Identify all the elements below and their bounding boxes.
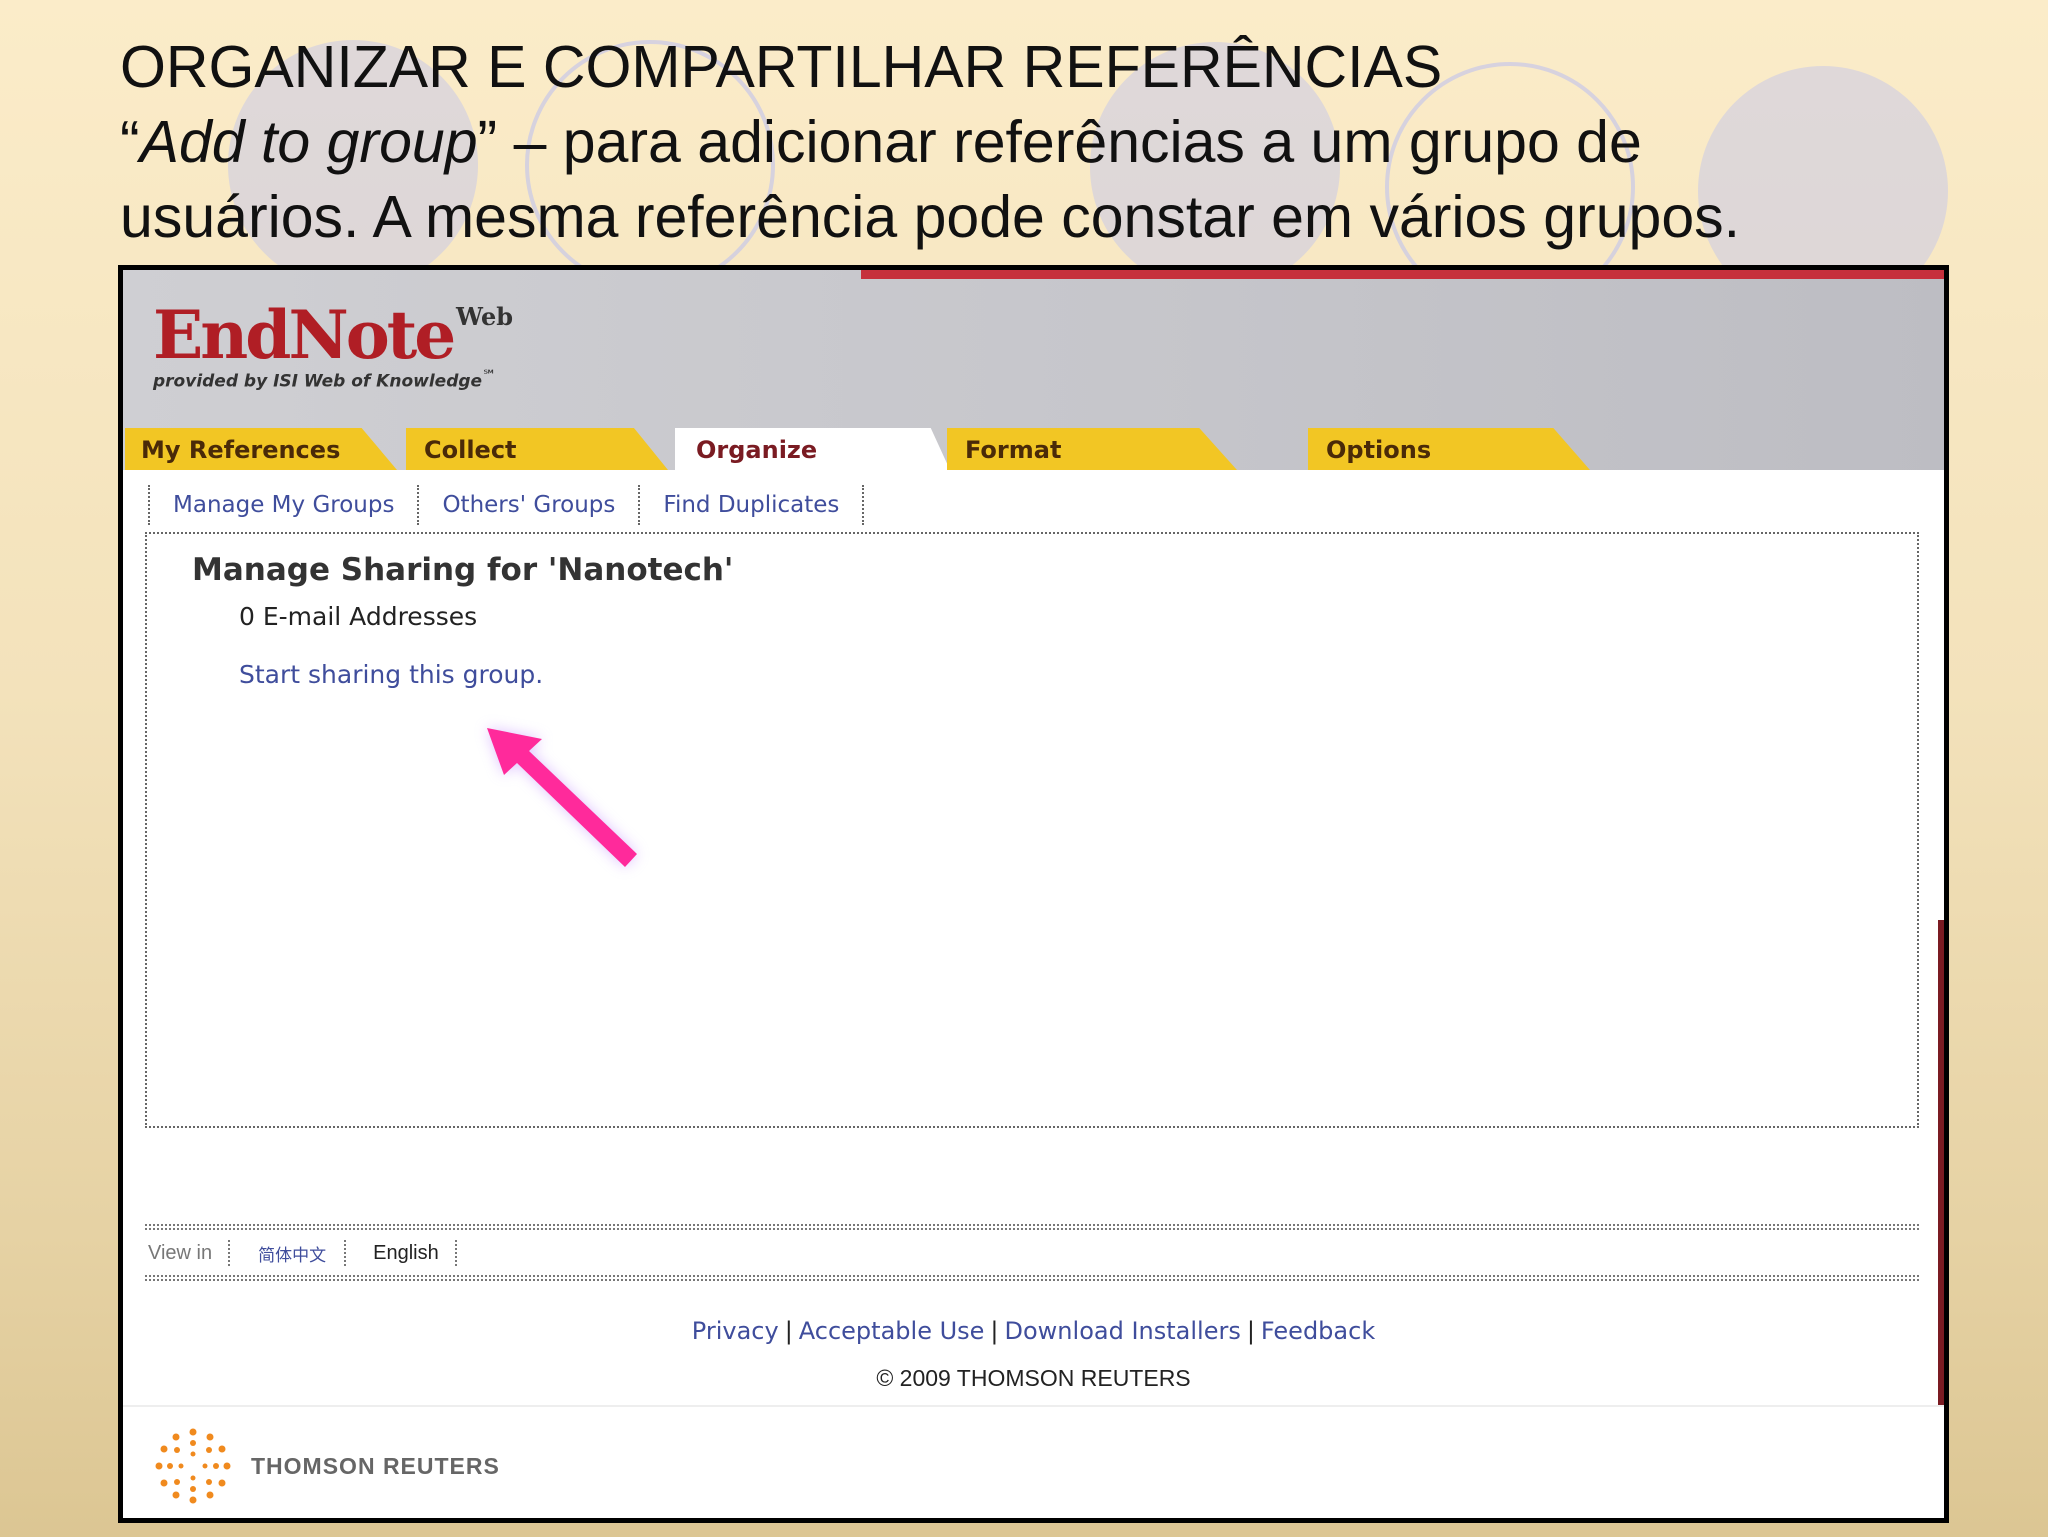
logo-web-text: Web — [456, 302, 514, 331]
copyright-text: © 2009 THOMSON REUTERS — [876, 1365, 1191, 1391]
subnav-manage-my-groups[interactable]: Manage My Groups — [150, 492, 417, 518]
subnav-divider — [862, 485, 865, 525]
manage-sharing-panel: Manage Sharing for 'Nanotech' 0 E-mail A… — [145, 532, 1919, 1128]
link-separator: | — [784, 1317, 793, 1345]
slide-title: ORGANIZAR E COMPARTILHAR REFERÊNCIAS “Ad… — [120, 30, 1980, 255]
endnote-web-logo[interactable]: EndNote Web provided by ISI Web of Knowl… — [153, 296, 513, 392]
language-chinese-link[interactable]: 简体中文 — [230, 1241, 344, 1266]
tab-collect[interactable]: Collect — [406, 428, 668, 470]
thomson-reuters-logo-icon — [155, 1428, 231, 1504]
logo-main-text: EndNote — [153, 296, 456, 374]
tab-options[interactable]: Options — [1308, 428, 1590, 470]
footer-divider — [145, 1224, 1919, 1230]
language-selector: View in 简体中文 English — [148, 1233, 457, 1273]
slide-title-line2: “Add to group” – para adicionar referênc… — [120, 105, 1980, 180]
organize-subnav: Manage My Groups Others' Groups Find Dup… — [148, 484, 865, 526]
slide-title-italic: Add to group — [139, 109, 478, 175]
link-separator: | — [990, 1317, 999, 1345]
acceptable-use-link[interactable]: Acceptable Use — [799, 1317, 985, 1345]
slide-title-line3: usuários. A mesma referência pode consta… — [120, 184, 1741, 250]
pink-arrow-icon — [487, 728, 637, 867]
language-divider — [454, 1240, 457, 1266]
slide-title-line1: ORGANIZAR E COMPARTILHAR REFERÊNCIAS — [120, 34, 1443, 100]
footer-links: Privacy | Acceptable Use | Download Installe… — [123, 1317, 1944, 1345]
thomson-reuters-name: THOMSON REUTERS — [251, 1453, 500, 1479]
logo-tagline: provided by ISI Web of Knowledge℠ — [153, 368, 497, 392]
subnav-others-groups[interactable]: Others' Groups — [419, 492, 638, 518]
logo-tagline-text: provided by ISI Web of Knowledge — [153, 371, 483, 392]
tab-format[interactable]: Format — [947, 428, 1237, 470]
quote-open: “ — [120, 109, 140, 175]
logo-trademark: ℠ — [482, 368, 497, 384]
language-english: English — [373, 1241, 439, 1264]
endnote-screenshot: EndNote Web provided by ISI Web of Knowl… — [118, 265, 1949, 1523]
tab-my-references[interactable]: My References — [125, 428, 397, 470]
subnav-find-duplicates[interactable]: Find Duplicates — [640, 492, 862, 518]
start-sharing-link[interactable]: Start sharing this group. — [239, 660, 543, 689]
footer-divider — [145, 1275, 1919, 1281]
page-title: Manage Sharing for 'Nanotech' — [192, 552, 734, 588]
tab-organize[interactable]: Organize — [675, 428, 950, 470]
email-count: 0 E-mail Addresses — [239, 602, 478, 631]
view-in-label: View in — [148, 1241, 213, 1264]
link-separator: | — [1246, 1317, 1255, 1345]
slide-title-line2-rest: ” – para adicionar referências a um grup… — [477, 109, 1642, 175]
download-installers-link[interactable]: Download Installers — [1005, 1317, 1241, 1345]
feedback-link[interactable]: Feedback — [1261, 1317, 1375, 1345]
header-accent-line — [861, 270, 1944, 279]
privacy-link[interactable]: Privacy — [692, 1317, 779, 1345]
